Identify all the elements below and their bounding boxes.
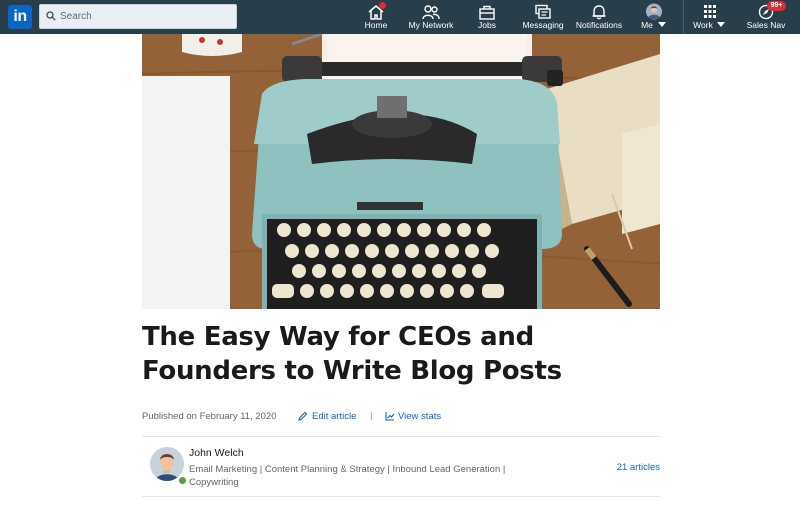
nav-work-text: Work <box>693 20 713 30</box>
author-headline: Email Marketing | Content Planning & Str… <box>189 464 506 488</box>
nav-my-network-label: My Network <box>408 20 454 30</box>
home-notification-dot <box>379 2 386 9</box>
view-stats-link[interactable]: View stats <box>398 411 441 422</box>
nav-messaging-label: Messaging <box>522 20 564 30</box>
nav-messaging[interactable]: Messaging <box>518 0 568 34</box>
linkedin-logo[interactable]: in <box>8 5 32 29</box>
search-box[interactable] <box>39 4 237 29</box>
sales-nav-badge: 99+ <box>767 1 786 11</box>
nav-work[interactable]: Work <box>690 0 730 34</box>
nav-notifications-label: Notifications <box>575 20 623 30</box>
messaging-icon <box>535 4 551 19</box>
network-icon <box>422 5 440 20</box>
online-status-indicator <box>178 476 187 485</box>
grid-icon <box>704 5 716 18</box>
published-date: Published on February 11, 2020 <box>142 411 277 422</box>
nav-sales-navigator[interactable]: 99+ Sales Nav <box>744 0 788 34</box>
top-navigation-bar: in Home My Network Jobs <box>0 0 800 34</box>
nav-me-text: Me <box>641 20 653 30</box>
search-icon <box>46 11 56 21</box>
nav-home[interactable]: Home <box>357 0 395 34</box>
profile-avatar <box>645 3 663 20</box>
author-divider <box>142 496 660 497</box>
nav-jobs[interactable]: Jobs <box>470 0 504 34</box>
meta-separator: | <box>370 410 373 421</box>
nav-work-label: Work <box>690 20 716 30</box>
chevron-down-icon <box>658 22 666 27</box>
briefcase-icon <box>479 5 495 20</box>
author-articles-link[interactable]: 21 articles <box>560 462 660 473</box>
stats-chart-icon <box>385 412 395 421</box>
article-title: The Easy Way for CEOs and Founders to Wr… <box>142 322 562 386</box>
search-input[interactable] <box>60 5 230 28</box>
article-cover-image <box>142 34 660 309</box>
nav-home-label: Home <box>364 20 388 30</box>
edit-article-link[interactable]: Edit article <box>312 411 356 422</box>
meta-divider <box>142 436 660 437</box>
pencil-icon <box>298 411 308 421</box>
nav-sales-nav-label: Sales Nav <box>746 20 786 30</box>
author-name[interactable]: John Welch <box>189 447 244 459</box>
nav-me[interactable]: Me <box>634 0 674 34</box>
bell-icon <box>592 5 606 20</box>
chevron-down-icon <box>717 22 725 27</box>
typewriter-illustration <box>142 34 660 309</box>
nav-divider <box>683 0 684 34</box>
nav-jobs-label: Jobs <box>478 20 496 30</box>
nav-my-network[interactable]: My Network <box>404 0 458 34</box>
article-meta-row: Published on February 11, 2020 Edit arti… <box>142 410 542 424</box>
nav-notifications[interactable]: Notifications <box>573 0 625 34</box>
